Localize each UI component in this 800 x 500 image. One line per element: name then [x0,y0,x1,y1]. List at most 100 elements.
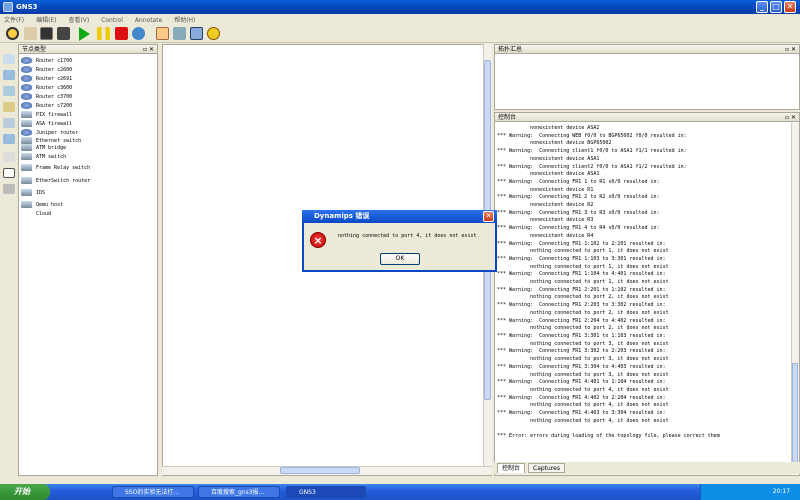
console-line: *** Warning: Connecting FR1 2:203 to 3:3… [497,302,666,309]
panel-float-close-icon[interactable]: ▫ ✕ [785,45,796,54]
console-line: nonexistent device R1 [497,186,594,193]
panel-float-close-icon[interactable]: ▫ ✕ [785,113,796,122]
console-line: nonexistent device ASA2 [497,125,600,131]
console-panel: 控制台 ▫ ✕ nonexistent device ASA2 *** Warni… [494,112,800,476]
menu-edit[interactable]: 编辑(E) [36,15,56,24]
node-item[interactable]: EtherSwitch router [21,177,90,186]
console-line: nothing connected to port 1, it does not… [497,279,669,286]
menu-file[interactable]: 文件(F) [4,15,24,24]
ids-icon [21,189,32,196]
start-button[interactable]: 开始 [0,484,50,500]
console-line: *** Error: errors during loading of the … [497,433,720,440]
menu-annotate[interactable]: Annotate [135,17,162,24]
toolbar [0,24,800,43]
console-vertical-scrollbar[interactable] [791,123,799,468]
console-line: *** Warning: Connecting FR1 1:103 to 3:3… [497,255,666,262]
system-tray: 20:17 [700,484,800,500]
menu-help[interactable]: 帮助(H) [174,15,195,24]
open-icon[interactable] [24,27,37,40]
new-icon[interactable] [6,27,19,40]
node-item[interactable]: Frame Relay switch [21,164,90,173]
taskbar-item[interactable]: 百度搜索_gns3报... [198,486,280,498]
close-button[interactable]: ✕ [784,1,796,13]
node-item[interactable]: ATM bridge [21,144,66,153]
dialog-close-button[interactable]: ✕ [483,211,494,222]
switch-icon [21,137,32,144]
ellipse-icon[interactable] [207,27,220,40]
node-item[interactable]: Qemu host [21,201,63,210]
panel-float-close-icon[interactable]: ▫ ✕ [143,45,154,54]
node-item[interactable]: ATM switch [21,153,66,162]
console-title: 控制台 [498,114,517,121]
canvas-horizontal-scroll-thumb[interactable] [280,467,360,474]
node-item[interactable]: Router c2691 [21,75,72,84]
node-item[interactable]: Router c3700 [21,93,72,102]
console-line: *** Warning: Connecting FR1 1:104 to 4:4… [497,271,666,278]
router-icon [21,84,32,91]
node-item[interactable]: Router c1700 [21,57,72,66]
category-pc-icon[interactable] [3,134,15,144]
category-cable-icon[interactable] [3,168,15,178]
category-arrow-icon[interactable] [3,152,15,162]
console-tabs: 控制台 Captures [494,462,800,474]
node-item[interactable]: Cloud [21,210,51,219]
reload-icon[interactable] [132,27,145,40]
console-line: *** Warning: Connecting FR1 4 to R4 s0/0… [497,225,660,232]
cloud-icon [21,210,32,217]
stop-icon[interactable] [115,27,128,40]
menu-bar: 文件(F) 编辑(E) 查看(V) Control Annotate 帮助(H) [0,14,800,24]
console-line: *** Warning: Connecting FR1 3:301 to 1:1… [497,332,666,339]
console-line: nothing connected to port 3, it does not… [497,340,669,347]
menu-view[interactable]: 查看(V) [68,15,89,24]
screenshot-icon[interactable] [173,27,186,40]
node-item[interactable]: Router c3600 [21,84,72,93]
console-line: nothing connected to port 2, it does not… [497,309,669,316]
minimize-button[interactable]: _ [756,1,768,13]
category-router-icon[interactable] [3,54,15,64]
console-line: nonexistent device R4 [497,232,594,239]
pause-icon[interactable] [97,27,110,40]
console-line: nothing connected to port 3, it does not… [497,356,669,363]
start-icon[interactable] [79,27,90,41]
firewall-icon [21,111,32,118]
category-end-device-icon[interactable] [3,86,15,96]
console-line: nothing connected to port 1, it does not… [497,263,669,270]
console-line: *** Warning: Connecting FR1 4:401 to 1:1… [497,379,666,386]
console-output[interactable]: nonexistent device ASA2 *** Warning: Conn… [497,125,787,465]
console-line: *** Warning: Connecting client2 f0/0 to … [497,163,687,170]
category-switch-icon[interactable] [3,70,15,80]
category-misc-icon[interactable] [3,184,15,194]
tab-captures[interactable]: Captures [528,463,565,473]
terminal-icon[interactable] [57,27,70,40]
note-icon[interactable] [156,27,169,40]
taskbar-item-active[interactable]: GNS3 [286,486,366,498]
category-all-icon[interactable] [3,118,15,128]
router-icon [21,75,32,82]
firewall-icon [21,120,32,127]
console-line: *** Warning: Connecting FR1 4:403 to 3:3… [497,410,666,417]
console-line: nothing connected to port 2, it does not… [497,294,669,301]
console-line: nothing connected to port 4, it does not… [497,417,669,424]
node-item[interactable]: Router c7200 [21,102,72,111]
node-item[interactable]: ASA firewall [21,120,72,129]
error-icon: × [310,232,326,248]
category-security-icon[interactable] [3,102,15,112]
console-scroll-thumb[interactable] [792,363,798,463]
console-line: nothing connected to port 3, it does not… [497,371,669,378]
switch-icon [21,153,32,160]
console-icon[interactable] [40,27,53,40]
bridge-icon [21,144,32,151]
console-line: *** Warning: Connecting FR1 3:302 to 2:2… [497,348,666,355]
node-item[interactable]: IDS [21,189,45,198]
taskbar-item[interactable]: SSO的实验无法打... [112,486,194,498]
maximize-button[interactable]: □ [770,1,782,13]
node-item[interactable]: PIX firewall [21,111,72,120]
menu-control[interactable]: Control [101,17,123,24]
ok-button[interactable]: OK [380,253,420,265]
clock: 20:17 [772,488,790,495]
tab-console[interactable]: 控制台 [497,463,526,473]
rectangle-icon[interactable] [190,27,203,40]
console-line: nothing connected to port 2, it does not… [497,325,669,332]
console-line: *** Warning: Connecting FR1 2:204 to 4:4… [497,317,666,324]
node-item[interactable]: Router c2600 [21,66,72,75]
